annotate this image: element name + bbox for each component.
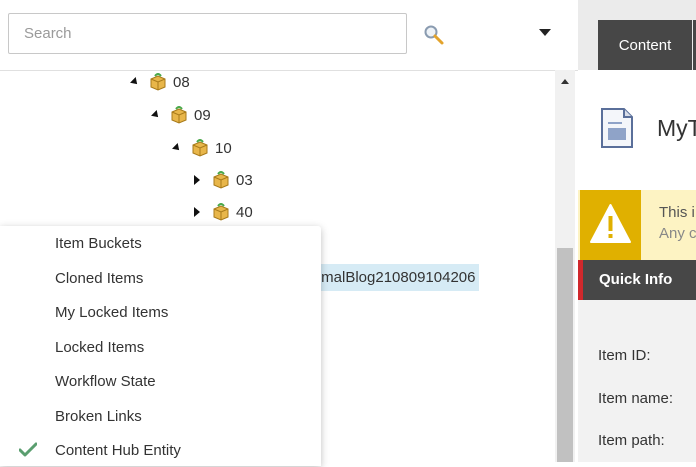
document-icon — [601, 108, 633, 148]
menu-item-my-locked-items[interactable]: My Locked Items — [0, 295, 321, 329]
tree-node-label: 10 — [215, 139, 232, 157]
quick-info-body: Item ID: Item name: Item path: — [578, 300, 696, 462]
menu-item-cloned-items[interactable]: Cloned Items — [0, 261, 321, 295]
menu-item-label: My Locked Items — [55, 303, 169, 321]
item-name-label: Item name: — [598, 390, 674, 407]
tree-node[interactable]: 10 — [172, 136, 232, 160]
content-editor-pane: Content MyT This i Any c Quick Info Item… — [578, 0, 696, 462]
menu-item-broken-links[interactable]: Broken Links — [0, 399, 321, 433]
menu-item-label: Cloned Items — [55, 269, 144, 287]
menu-item-label: Content Hub Entity — [55, 441, 181, 459]
tree-node[interactable]: 09 — [151, 103, 211, 127]
search-input[interactable] — [8, 13, 407, 54]
content-tree-pane: 08 09 10 — [0, 0, 578, 466]
bucket-icon — [213, 171, 229, 189]
bucket-icon — [150, 73, 166, 91]
bucket-icon — [192, 139, 208, 157]
menu-item-item-buckets[interactable]: Item Buckets — [0, 226, 321, 260]
tree-node[interactable]: 08 — [130, 70, 190, 94]
search-icon[interactable] — [423, 24, 445, 46]
tree-node[interactable]: 03 — [194, 168, 253, 192]
bucket-icon — [171, 106, 187, 124]
check-icon — [19, 442, 37, 457]
tree-node-label: 40 — [236, 203, 253, 221]
warning-message: Any c — [659, 225, 696, 242]
quick-info-label: Quick Info — [599, 271, 673, 288]
menu-item-label: Item Buckets — [55, 234, 142, 252]
item-id-label: Item ID: — [598, 347, 651, 364]
warning-bar: This i Any c — [578, 190, 696, 260]
menu-item-workflow-state[interactable]: Workflow State — [0, 364, 321, 398]
tab-content[interactable]: Content — [598, 20, 692, 70]
menu-item-label: Locked Items — [55, 338, 145, 356]
tree-scrollbar[interactable] — [555, 70, 575, 462]
quick-info-header[interactable]: Quick Info — [578, 260, 696, 300]
tree-node[interactable]: 40 — [194, 200, 253, 224]
search-filter-menu: Item Buckets Cloned Items My Locked Item… — [0, 226, 321, 466]
collapse-icon[interactable] — [151, 110, 161, 120]
selected-tree-item[interactable]: ecimalBlog210809104206 — [298, 264, 480, 291]
collapse-icon[interactable] — [172, 143, 182, 153]
menu-item-label: Workflow State — [55, 372, 156, 390]
scrollbar-thumb[interactable] — [557, 248, 573, 462]
bucket-icon — [213, 203, 229, 221]
menu-item-label: Broken Links — [55, 407, 142, 425]
collapse-icon[interactable] — [130, 77, 140, 87]
item-title: MyT — [657, 115, 696, 141]
menu-item-locked-items[interactable]: Locked Items — [0, 330, 321, 364]
expand-icon[interactable] — [194, 175, 200, 185]
editor-tab-strip: Content — [578, 0, 696, 70]
search-bar — [0, 0, 578, 71]
tree-node-label: 08 — [173, 73, 190, 91]
item-path-label: Item path: — [598, 432, 665, 449]
warning-icon — [590, 204, 631, 243]
warning-title: This i — [659, 204, 695, 221]
search-options-dropdown-icon[interactable] — [539, 29, 551, 36]
tree-node-label: 03 — [236, 171, 253, 189]
warning-icon-box — [580, 190, 641, 260]
tree-node-label: 09 — [194, 106, 211, 124]
item-header: MyT — [578, 70, 696, 190]
scroll-up-icon[interactable] — [561, 79, 569, 84]
expand-icon[interactable] — [194, 207, 200, 217]
